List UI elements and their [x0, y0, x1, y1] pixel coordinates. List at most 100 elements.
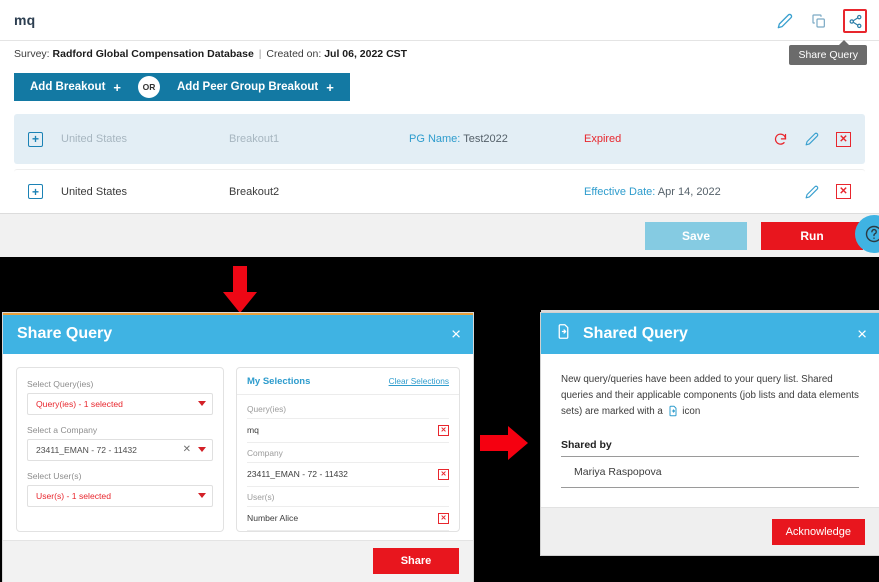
add-peer-group-breakout-label: Add Peer Group Breakout — [177, 81, 319, 93]
run-button[interactable]: Run — [761, 221, 863, 250]
share-dialog-title: Share Query — [17, 325, 113, 343]
effective-date-value: Apr 14, 2022 — [657, 185, 721, 198]
pg-name-label: PG Name: — [409, 133, 461, 145]
acknowledge-button[interactable]: Acknowledge — [771, 518, 865, 545]
chevron-down-icon[interactable] — [198, 493, 206, 499]
share-dialog-header: Share Query × — [3, 315, 473, 354]
or-label: OR — [138, 76, 160, 98]
shared-dialog-footer: Acknowledge — [541, 507, 879, 555]
shared-query-dialog: Shared Query × New query/queries have be… — [541, 313, 879, 555]
share-form-panel: Select Query(ies) Query(ies) - 1 selecte… — [16, 366, 224, 532]
delete-x-glyph: ✕ — [836, 131, 851, 147]
dropdown-controls — [198, 401, 206, 407]
edit-icon[interactable] — [775, 11, 795, 31]
edit-icon[interactable] — [805, 185, 819, 199]
expand-icon[interactable]: + — [28, 131, 43, 147]
close-icon[interactable]: × — [451, 326, 461, 343]
pg-name-value: Test2022 — [463, 133, 508, 145]
shared-dialog-title: Shared Query — [583, 324, 688, 342]
selection-value: 23411_EMAN - 72 - 11432 — [247, 469, 348, 480]
shared-message-part1: New query/queries have been added to you… — [561, 374, 859, 417]
edit-icon[interactable] — [805, 132, 819, 146]
list-item: Number Alice ✕ — [247, 507, 449, 531]
plus-icon: + — [113, 79, 121, 95]
survey-meta-line: Survey: Radford Global Compensation Data… — [0, 40, 879, 60]
select-queries-label: Select Query(ies) — [27, 378, 94, 389]
delete-icon[interactable]: ✕ — [836, 131, 851, 147]
clear-selections-link[interactable]: Clear Selections — [389, 376, 449, 386]
select-users-value: User(s) - 1 selected — [36, 490, 111, 501]
clear-company-icon[interactable]: ✕ — [183, 444, 191, 455]
shared-by-value: Mariya Raspopova — [561, 457, 859, 488]
my-selections-panel: My Selections Clear Selections Query(ies… — [236, 366, 460, 532]
refresh-icon[interactable] — [773, 132, 788, 147]
shared-query-doc-icon — [667, 405, 679, 423]
title-icon-group — [775, 9, 867, 33]
row-action-group: ✕ — [773, 131, 851, 147]
created-on-label: Created on: — [266, 48, 322, 60]
list-item: 23411_EMAN - 72 - 11432 ✕ — [247, 463, 449, 487]
my-selections-header: My Selections Clear Selections — [237, 368, 459, 395]
row-breakout-name: Breakout1 — [229, 133, 280, 145]
share-icon[interactable] — [843, 9, 867, 33]
remove-selection-icon[interactable]: ✕ — [438, 468, 449, 480]
shared-dialog-header: Shared Query × — [541, 313, 879, 354]
chevron-down-icon[interactable] — [198, 401, 206, 407]
breakout-rows: + United States Breakout1 PG Name: Test2… — [0, 114, 879, 213]
share-dialog-body: Select Query(ies) Query(ies) - 1 selecte… — [3, 354, 473, 540]
flow-arrow-down-icon — [221, 266, 259, 314]
survey-label: Survey: — [14, 48, 50, 60]
dropdown-controls — [198, 493, 206, 499]
remove-selection-icon[interactable]: ✕ — [438, 424, 449, 436]
delete-icon[interactable]: ✕ — [836, 184, 851, 199]
row-breakout-name: Breakout2 — [229, 185, 280, 198]
share-query-tooltip: Share Query — [789, 40, 867, 65]
list-item: mq ✕ — [247, 419, 449, 443]
selection-group-label: Company — [247, 443, 449, 463]
status-badge: Expired — [584, 133, 622, 145]
share-button[interactable]: Share — [373, 548, 459, 575]
table-row[interactable]: + United States Breakout1 PG Name: Test2… — [14, 114, 865, 164]
page-title: mq — [14, 12, 36, 28]
title-row: mq — [0, 0, 879, 40]
expand-icon[interactable]: + — [28, 184, 43, 199]
my-selections-list: Query(ies) mq ✕ Company 23411_EMAN - 72 … — [237, 395, 459, 531]
shared-dialog-message: New query/queries have been added to you… — [561, 372, 859, 423]
selection-group-label: User(s) — [247, 487, 449, 507]
or-separator: OR — [137, 73, 161, 101]
query-editor-panel: mq Share Query Survey: Radford Global Co… — [0, 0, 879, 257]
delete-x-glyph: ✕ — [836, 184, 851, 199]
select-company-dropdown[interactable]: 23411_EMAN - 72 - 11432 ✕ — [27, 438, 213, 461]
row-pg-name: PG Name: Test2022 — [409, 133, 584, 145]
select-queries-value: Query(ies) - 1 selected — [36, 398, 123, 409]
survey-name: Radford Global Compensation Database — [52, 48, 254, 60]
select-company-label: Select a Company — [27, 424, 98, 435]
share-query-dialog: Share Query × Select Query(ies) Query(ie… — [3, 313, 473, 582]
editor-footer: Save Run — [0, 213, 879, 257]
shared-query-doc-icon — [555, 323, 572, 345]
save-button[interactable]: Save — [645, 221, 747, 250]
row-action-group: ✕ — [805, 184, 851, 199]
row-country: United States — [61, 185, 128, 198]
share-dialog-footer: Share — [3, 539, 473, 582]
add-breakout-button[interactable]: Add Breakout + — [14, 73, 137, 101]
chevron-down-icon[interactable] — [198, 447, 206, 453]
created-on-value: Jul 06, 2022 CST — [324, 48, 408, 60]
close-icon[interactable]: × — [857, 325, 867, 342]
effective-date: Effective Date: Apr 14, 2022 — [584, 186, 805, 198]
select-company-value: 23411_EMAN - 72 - 11432 — [36, 444, 137, 455]
breakout-button-bar: Add Breakout + OR Add Peer Group Breakou… — [14, 73, 350, 101]
add-peer-group-breakout-button[interactable]: Add Peer Group Breakout + — [161, 73, 350, 101]
screenshot-stage: mq Share Query Survey: Radford Global Co… — [0, 0, 879, 582]
plus-icon: + — [326, 79, 334, 95]
select-users-label: Select User(s) — [27, 470, 82, 481]
remove-selection-icon[interactable]: ✕ — [438, 512, 449, 524]
selection-value: Number Alice — [247, 513, 299, 524]
table-row[interactable]: + United States Breakout2 Effective Date… — [14, 169, 865, 213]
my-selections-title: My Selections — [247, 375, 311, 387]
select-users-dropdown[interactable]: User(s) - 1 selected — [27, 484, 213, 507]
shared-message-part2: icon — [682, 405, 701, 417]
copy-icon[interactable] — [809, 11, 829, 31]
row-country: United States — [61, 133, 128, 145]
select-queries-dropdown[interactable]: Query(ies) - 1 selected — [27, 392, 213, 415]
